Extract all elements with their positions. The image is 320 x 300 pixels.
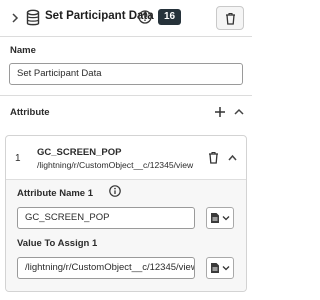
document-icon xyxy=(211,263,219,273)
document-icon xyxy=(211,213,219,223)
attribute-card-header[interactable]: 1 GC_SCREEN_POP /lightning/r/CustomObjec… xyxy=(6,136,246,180)
chevron-down-icon xyxy=(222,216,230,221)
attribute-card-body: Attribute Name 1 GC_SCREEN_POP Value To … xyxy=(6,180,246,291)
name-field[interactable]: Set Participant Data xyxy=(9,63,243,85)
trash-icon[interactable] xyxy=(208,151,219,164)
attribute-title: GC_SCREEN_POP xyxy=(37,147,122,158)
attribute-name-source-button[interactable] xyxy=(206,207,234,229)
info-icon[interactable] xyxy=(109,185,121,197)
name-label: Name xyxy=(10,45,36,56)
value-to-assign-source-button[interactable] xyxy=(206,257,234,279)
value-to-assign-field[interactable]: /lightning/r/CustomObject__c/12345/view xyxy=(17,257,195,279)
header-divider xyxy=(0,36,252,37)
delete-block-button[interactable] xyxy=(216,6,244,30)
trash-icon xyxy=(225,12,235,25)
database-icon xyxy=(26,9,40,26)
plus-icon[interactable] xyxy=(214,106,226,118)
attribute-subtitle: /lightning/r/CustomObject__c/12345/view xyxy=(37,160,194,170)
block-header: Set Participant Data 16 xyxy=(0,0,252,36)
attribute-name-label: Attribute Name 1 xyxy=(17,188,94,199)
attribute-card: 1 GC_SCREEN_POP /lightning/r/CustomObjec… xyxy=(5,135,247,292)
chevron-right-icon[interactable] xyxy=(10,12,20,24)
help-circle-icon[interactable] xyxy=(138,10,152,24)
chevron-up-icon[interactable] xyxy=(228,154,237,161)
section-divider xyxy=(0,95,252,96)
chevron-up-icon[interactable] xyxy=(234,108,244,115)
attribute-index: 1 xyxy=(15,153,21,164)
chevron-down-icon xyxy=(222,266,230,271)
attribute-name-field[interactable]: GC_SCREEN_POP xyxy=(17,207,195,229)
attribute-label: Attribute xyxy=(10,107,50,118)
count-badge: 16 xyxy=(158,9,182,25)
value-to-assign-label: Value To Assign 1 xyxy=(17,238,98,249)
